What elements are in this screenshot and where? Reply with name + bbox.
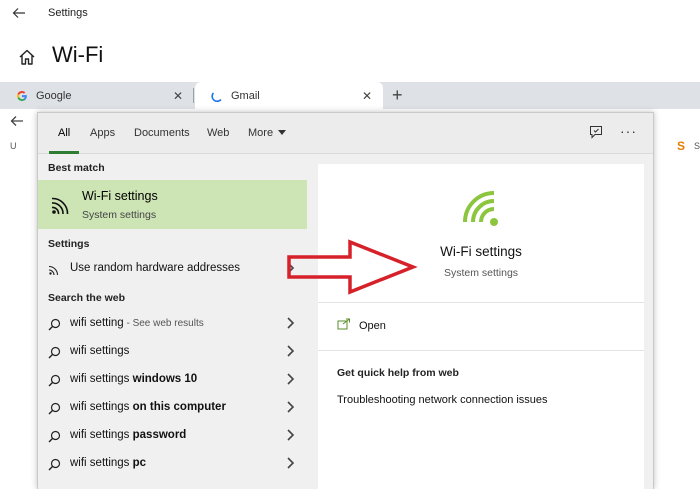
browser-back-icon[interactable] [10,114,24,128]
windows-search-panel: All Apps Documents Web More ··· Best mat… [37,112,654,489]
filter-tab-all[interactable]: All [58,127,70,139]
tab-google[interactable]: Google ✕ [0,82,194,109]
web-result-label: wifi settings windows 10 [70,373,197,385]
web-result-text: wifi settings [70,401,133,413]
search-icon [48,402,61,415]
web-result-item[interactable]: wifi settings [38,338,307,366]
tab-gmail[interactable]: Gmail ✕ [195,82,383,109]
web-result-bold: on this computer [132,401,226,413]
active-filter-indicator [49,151,79,154]
web-result-hint: - See web results [123,318,204,329]
web-result-text: wifi settings [70,457,133,469]
settings-result-item[interactable]: Use random hardware addresses [38,255,307,283]
tab-label: Google [36,89,72,102]
wifi-icon [463,191,498,226]
wifi-icon [51,197,69,215]
web-result-item[interactable]: wifi settings windows 10 [38,366,307,394]
more-options-icon[interactable]: ··· [620,123,637,139]
web-result-item[interactable]: wifi settings on this computer [38,394,307,422]
bookmark-favicon: S [677,139,686,153]
search-results-list: Best match Wi-Fi settings System setting… [38,155,308,489]
web-result-item[interactable]: wifi settings pc [38,450,307,478]
page-title: Wi-Fi [52,42,104,67]
tab-divider [193,88,194,103]
chevron-right-icon[interactable] [285,428,295,442]
web-result-label: wifi settings [70,345,129,357]
web-result-text: wifi setting [70,317,124,329]
web-result-item[interactable]: wifi setting - See web results [38,310,307,338]
web-result-bold: password [132,429,187,441]
filter-tab-apps[interactable]: Apps [90,127,115,139]
search-icon [48,318,61,331]
quick-help-heading: Get quick help from web [337,367,459,379]
settings-title-bar: Settings [0,0,700,28]
divider [318,350,644,351]
settings-result-label: Use random hardware addresses [70,262,241,274]
loading-spinner-icon [211,92,222,102]
google-icon [17,90,27,101]
chevron-right-icon[interactable] [285,456,295,470]
web-result-label: wifi settings password [70,429,186,441]
chevron-right-icon[interactable] [285,400,295,414]
open-icon [337,318,350,330]
close-icon[interactable]: ✕ [170,89,186,103]
open-button[interactable]: Open [359,320,386,332]
web-result-text: wifi settings [70,373,133,385]
web-result-text: wifi settings [70,345,130,357]
filter-tab-more-label: More [248,127,274,139]
bookmark-item[interactable]: U [10,141,17,151]
web-result-label: wifi settings pc [70,457,146,469]
settings-heading: Settings [48,238,90,250]
search-web-heading: Search the web [48,292,126,304]
web-result-label: wifi settings on this computer [70,401,226,413]
best-match-title: Wi-Fi settings [82,189,158,203]
filter-tab-documents[interactable]: Documents [134,127,190,139]
filter-tab-web[interactable]: Web [207,127,229,139]
annotation-arrow-icon [287,239,418,295]
chevron-right-icon[interactable] [285,344,295,358]
search-icon [48,374,61,387]
filter-tab-more[interactable]: More [248,127,287,139]
search-icon [48,430,61,443]
web-result-text: wifi settings [70,429,133,441]
new-tab-button[interactable]: + [392,85,403,106]
tab-label: Gmail [231,89,260,102]
browser-tab-strip: Google ✕ Gmail ✕ + [0,82,700,109]
web-result-item[interactable]: wifi settings password [38,422,307,450]
close-icon[interactable]: ✕ [359,89,375,103]
back-arrow-icon[interactable] [12,6,26,20]
web-result-label: wifi setting - See web results [70,317,204,329]
best-match-heading: Best match [48,162,105,174]
chevron-down-icon [278,130,287,135]
settings-window-title: Settings [48,7,88,19]
help-link[interactable]: Troubleshooting network connection issue… [337,394,548,406]
best-match-item[interactable]: Wi-Fi settings System settings [38,180,307,229]
divider [318,302,644,303]
home-icon[interactable] [18,48,36,66]
web-result-bold: pc [132,457,147,469]
search-icon [48,346,61,359]
chevron-right-icon[interactable] [285,316,295,330]
feedback-icon[interactable] [589,125,603,139]
bookmark-item[interactable]: S [694,141,700,151]
wifi-icon [48,265,59,276]
search-filter-bar: All Apps Documents Web More ··· [38,113,653,154]
settings-page-header: Wi-Fi [0,38,700,76]
web-result-bold: windows 10 [132,373,198,385]
chevron-right-icon[interactable] [285,372,295,386]
search-icon [48,458,61,471]
result-preview-pane: Wi-Fi settings System settings Open Get … [318,164,644,489]
best-match-subtitle: System settings [82,209,157,221]
